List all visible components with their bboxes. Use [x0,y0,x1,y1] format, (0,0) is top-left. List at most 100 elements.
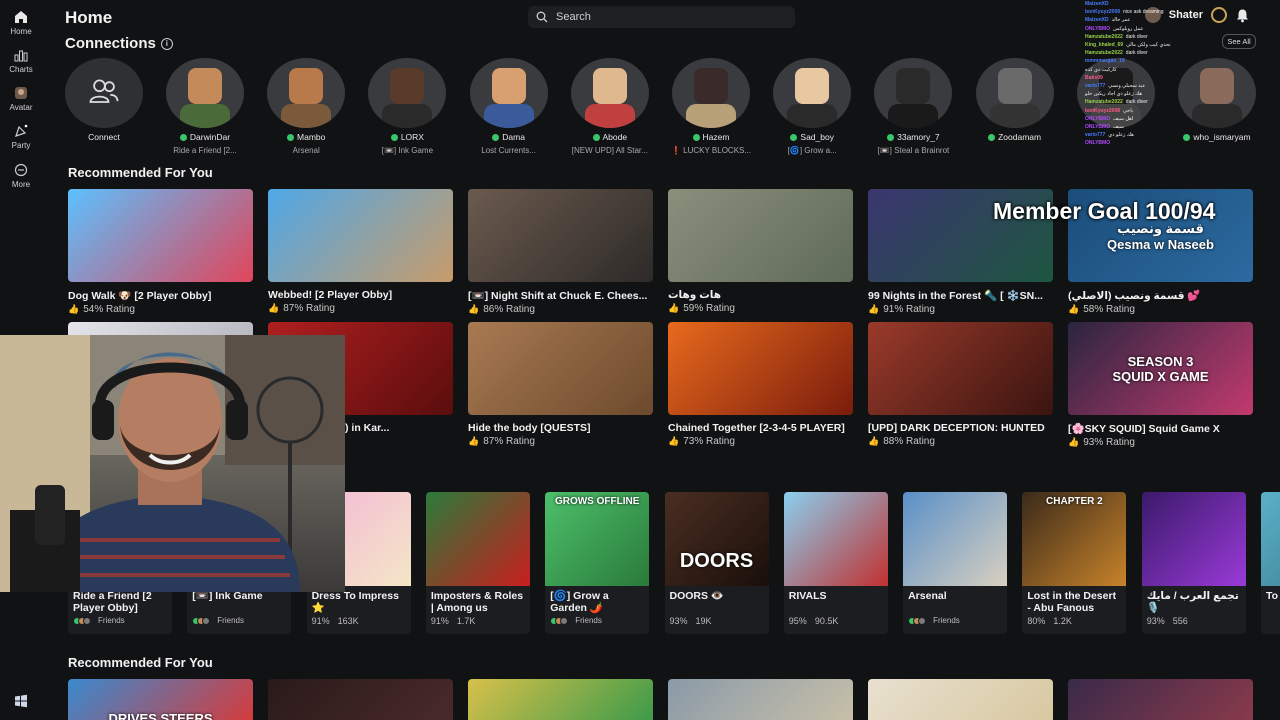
friend-card[interactable]: Hazem ❗ LUCKY BLOCKS... [666,58,756,155]
game-card[interactable]: DRIVES STEERS [68,679,253,720]
game-title[interactable]: [📼] Night Shift at Chuck E. Chees... [468,289,653,302]
game-title[interactable]: Webbed! [2 Player Obby] [268,289,453,301]
game-thumbnail[interactable] [668,189,853,282]
nav-charts[interactable]: Charts [0,48,42,74]
game-card[interactable]: Chained Together [2-3-4-5 PLAYER] 👍 73% Ra… [668,322,853,447]
thumbnail-text: CHAPTER 2 [1046,496,1103,507]
game-thumbnail[interactable]: DOORS [664,492,769,586]
friend-card[interactable]: DarwinDar Ride a Friend [2... [160,58,250,155]
friend-card[interactable]: Mambo Arsenal [261,58,351,155]
nav-avatar[interactable]: Avatar [0,86,42,112]
game-title[interactable]: (الاصلي) قسمة ونصيب 💕 [1068,289,1253,302]
game-card[interactable] [468,679,653,720]
game-thumbnail[interactable] [783,492,888,586]
friend-card[interactable]: 33amory_7 [📼] Steal a Brainrot [868,58,958,155]
friend-avatar[interactable] [368,58,447,128]
game-card[interactable] [668,679,853,720]
game-title[interactable]: [UPD] DARK DECEPTION: HUNTED [868,422,1053,434]
game-thumbnail[interactable] [668,679,853,720]
game-card[interactable] [868,679,1053,720]
friend-avatar[interactable] [672,58,750,128]
friend-card[interactable]: Zoodamam [970,58,1060,146]
game-title[interactable]: To Ga [1261,586,1280,616]
game-card[interactable]: Hide the body [QUESTS] 👍 87% Rating [468,322,653,447]
game-card[interactable]: SEASON 3 SQUID X GAME [🌸SKY SQUID] Squid … [1068,322,1253,448]
game-title[interactable]: Imposters & Roles | Among us [426,586,530,616]
friend-avatar[interactable] [166,58,244,128]
game-thumbnail[interactable] [1261,492,1280,586]
friend-card[interactable]: Abode [NEW UPD] All Star... [565,58,655,155]
game-thumbnail[interactable]: CHAPTER 2 [1022,492,1127,586]
game-tile[interactable]: Arsenal Friends [903,492,1008,634]
game-thumbnail[interactable]: SEASON 3 SQUID X GAME [1068,322,1253,415]
game-thumbnail[interactable] [468,322,653,415]
bell-icon[interactable] [1235,8,1250,23]
game-thumbnail[interactable] [903,492,1008,586]
game-thumbnail[interactable] [425,492,530,586]
game-card[interactable]: [📼] Night Shift at Chuck E. Chees... 👍 86%… [468,189,653,315]
game-thumbnail[interactable] [68,189,253,282]
avatar-body [180,104,230,128]
game-tile[interactable]: تجمع العرب / مايك 🎙️ 93% 556 [1141,492,1246,634]
game-card[interactable]: [UPD] DARK DECEPTION: HUNTED 👍 88% Rating [868,322,1053,447]
game-title[interactable]: [🌸SKY SQUID] Squid Game X [1068,422,1253,435]
game-thumbnail[interactable]: GROWS OFFLINE [545,492,650,586]
game-thumbnail[interactable] [268,679,453,720]
nav-party[interactable]: Party [0,124,42,150]
connect-button[interactable]: Connect [59,58,149,142]
windows-start-icon[interactable] [14,694,28,708]
game-tile[interactable]: DOORS DOORS 👁️ 93% 19K [664,492,769,634]
game-card[interactable] [268,679,453,720]
friend-avatar[interactable] [975,58,1054,128]
game-title[interactable]: تجمع العرب / مايك 🎙️ [1142,586,1246,616]
online-status-icon [287,134,295,142]
game-card[interactable]: Webbed! [2 Player Obby] 👍 87% Rating [268,189,453,314]
friend-avatar[interactable] [874,58,953,128]
friend-card[interactable]: Sad_boy [🌀] Grow a... [767,58,857,155]
info-icon[interactable]: i [160,37,173,50]
game-stats: 93% 19K [665,616,769,626]
game-thumbnail[interactable] [468,189,653,282]
game-card[interactable] [1068,679,1253,720]
game-title[interactable]: Hide the body [QUESTS] [468,422,653,434]
game-title[interactable]: Arsenal [903,586,1007,616]
search-input[interactable]: Search [528,6,795,28]
game-thumbnail[interactable]: DRIVES STEERS [68,679,253,720]
game-card[interactable]: هات وهات 👍 59% Rating [668,189,853,314]
game-title[interactable]: 99 Nights in the Forest 🔦 [ ❄️SN... [868,289,1053,302]
game-tile[interactable]: To Ga [1261,492,1280,634]
game-title[interactable]: هات وهات [668,289,853,301]
friend-avatar[interactable] [773,58,852,128]
game-thumbnail[interactable] [1068,679,1253,720]
game-title[interactable]: Lost in the Desert - Abu Fanous [1022,586,1126,616]
game-thumbnail[interactable] [468,679,653,720]
robux-icon[interactable] [1211,7,1227,23]
game-thumbnail[interactable] [668,322,853,415]
game-tile[interactable]: Imposters & Roles | Among us 91% 1.7K [425,492,530,634]
nav-more[interactable]: More [0,163,42,189]
add-friends-icon [89,79,119,103]
game-title[interactable]: Chained Together [2-3-4-5 PLAYER] [668,422,853,434]
game-thumbnail[interactable] [868,679,1053,720]
friend-avatar[interactable] [469,58,548,128]
game-tile[interactable]: CHAPTER 2 Lost in the Desert - Abu Fanous… [1022,492,1127,634]
friend-name: Zoodamam [970,132,1060,142]
game-title[interactable]: [🌀] Grow a Garden 🌶️ [545,586,649,616]
game-thumbnail[interactable] [268,189,453,282]
game-thumbnail[interactable] [868,322,1053,415]
online-status-icon [692,134,700,142]
friend-avatar[interactable] [267,58,346,128]
friend-card[interactable]: Dama Lost Currents... [464,58,554,155]
nav-home[interactable]: Home [0,10,42,36]
thumbs-up-icon: 👍 [1068,437,1080,447]
game-title[interactable]: DOORS 👁️ [665,586,769,616]
friend-card[interactable]: LORX [📼] Ink Game [362,58,452,155]
game-title[interactable]: RIVALS [784,586,888,616]
game-tile[interactable]: RIVALS 95% 90.5K [783,492,888,634]
game-tile[interactable]: GROWS OFFLINE [🌀] Grow a Garden 🌶️ Friends [545,492,650,634]
game-thumbnail[interactable] [1141,492,1246,586]
game-card[interactable]: Dog Walk 🐶 [2 Player Obby] 👍 54% Rating [68,189,253,315]
friend-avatar[interactable] [570,58,649,128]
see-all-button[interactable]: See All [1222,34,1256,49]
game-title[interactable]: Dog Walk 🐶 [2 Player Obby] [68,289,253,302]
